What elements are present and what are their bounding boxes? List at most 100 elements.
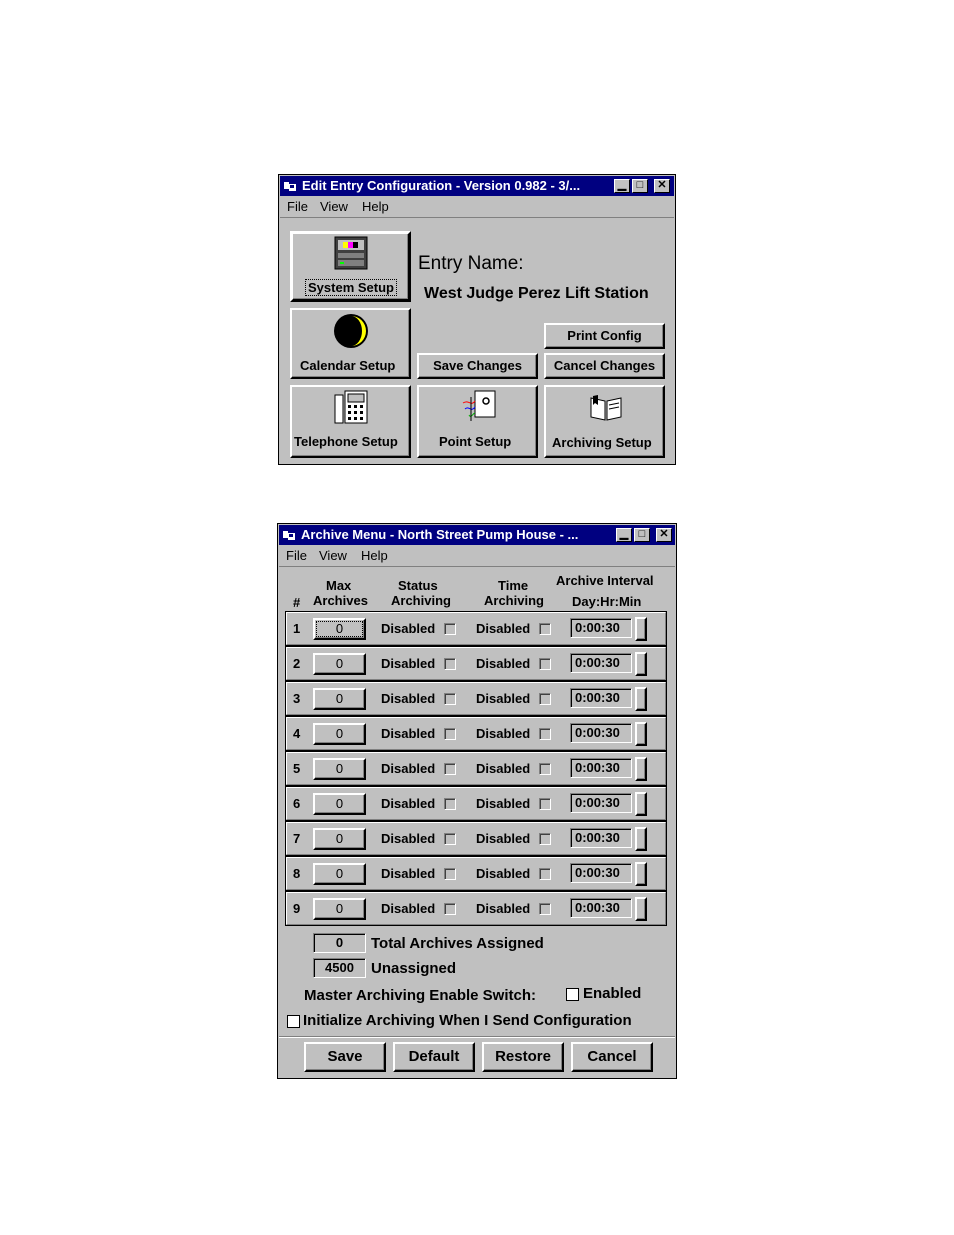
restore-button[interactable]: Restore [482, 1042, 564, 1072]
save-changes-button[interactable]: Save Changes [417, 353, 538, 379]
default-button[interactable]: Default [393, 1042, 475, 1072]
point-setup-button[interactable]: Point Setup [417, 385, 538, 458]
status-archiving-checkbox[interactable] [444, 763, 456, 775]
window2-titlebar[interactable]: Archive Menu - North Street Pump House -… [279, 525, 675, 545]
interval-spin-button[interactable] [635, 687, 647, 711]
header-interval-1: Archive Interval [556, 573, 654, 588]
max-archives-button[interactable]: 0 [313, 758, 366, 780]
menu-view[interactable]: View [319, 548, 347, 563]
max-archives-button[interactable]: 0 [313, 863, 366, 885]
menu-view[interactable]: View [320, 199, 348, 214]
time-archiving-checkbox[interactable] [539, 728, 551, 740]
master-enable-label[interactable]: Enabled [583, 985, 641, 1002]
archive-interval-field[interactable]: 0:00:30 [570, 688, 632, 708]
restore-button-label: Restore [495, 1048, 551, 1065]
calendar-setup-label: Calendar Setup [300, 358, 396, 373]
time-archiving-checkbox[interactable] [539, 763, 551, 775]
interval-spin-button[interactable] [635, 757, 647, 781]
minimize-button[interactable]: ▁ [616, 528, 632, 542]
maximize-button[interactable]: □ [634, 528, 650, 542]
archive-interval-field[interactable]: 0:00:30 [570, 828, 632, 848]
table-row: 3 0 Disabled Disabled 0:00:30 [286, 682, 666, 715]
archive-interval-value: 0:00:30 [575, 900, 620, 915]
window1-titlebar[interactable]: Edit Entry Configuration - Version 0.982… [280, 176, 674, 196]
calendar-setup-button[interactable]: Calendar Setup [290, 308, 411, 379]
minimize-button[interactable]: ▁ [614, 179, 630, 193]
archive-interval-field[interactable]: 0:00:30 [570, 758, 632, 778]
status-archiving-label: Disabled [381, 796, 436, 811]
unassigned-label: Unassigned [371, 960, 457, 977]
time-archiving-checkbox[interactable] [539, 868, 551, 880]
archive-interval-value: 0:00:30 [575, 690, 620, 705]
system-setup-button[interactable]: System Setup [290, 231, 411, 302]
default-button-label: Default [408, 1048, 460, 1065]
archive-interval-field[interactable]: 0:00:30 [570, 863, 632, 883]
telephone-setup-button[interactable]: Telephone Setup [290, 385, 411, 458]
status-archiving-checkbox[interactable] [444, 728, 456, 740]
archiving-setup-button[interactable]: Archiving Setup [544, 385, 665, 458]
master-enable-checkbox[interactable] [566, 988, 579, 1001]
status-archiving-checkbox[interactable] [444, 623, 456, 635]
max-archives-button[interactable]: 0 [313, 723, 366, 745]
archive-interval-field[interactable]: 0:00:30 [570, 618, 632, 638]
status-archiving-checkbox[interactable] [444, 658, 456, 670]
status-archiving-checkbox[interactable] [444, 868, 456, 880]
master-switch-label: Master Archiving Enable Switch: [304, 987, 536, 1004]
close-button[interactable]: ✕ [656, 528, 672, 542]
print-config-label: Print Config [567, 328, 642, 343]
status-archiving-checkbox[interactable] [444, 798, 456, 810]
interval-spin-button[interactable] [635, 792, 647, 816]
row-number: 7 [293, 831, 301, 846]
archive-interval-field[interactable]: 0:00:30 [570, 653, 632, 673]
max-archives-button[interactable]: 0 [313, 793, 366, 815]
max-archives-button[interactable]: 0 [313, 898, 366, 920]
archive-interval-field[interactable]: 0:00:30 [570, 793, 632, 813]
app-icon[interactable] [283, 530, 295, 540]
menu-file[interactable]: File [286, 548, 307, 563]
book-icon [590, 395, 622, 421]
archive-interval-field[interactable]: 0:00:30 [570, 898, 632, 918]
time-archiving-checkbox[interactable] [539, 658, 551, 670]
interval-spin-button[interactable] [635, 827, 647, 851]
cancel-button[interactable]: Cancel [571, 1042, 653, 1072]
time-archiving-checkbox[interactable] [539, 623, 551, 635]
maximize-button[interactable]: □ [632, 179, 648, 193]
max-archives-button[interactable]: 0 [313, 828, 366, 850]
status-archiving-checkbox[interactable] [444, 693, 456, 705]
max-archives-button[interactable]: 0 [313, 688, 366, 710]
header-max-2: Archives [313, 593, 368, 608]
max-archives-value: 0 [335, 866, 344, 881]
time-archiving-label: Disabled [476, 621, 531, 636]
initialize-archiving-label[interactable]: Initialize Archiving When I Send Configu… [303, 1012, 632, 1029]
header-interval-2: Day:Hr:Min [572, 594, 642, 609]
menu-file[interactable]: File [287, 199, 308, 214]
time-archiving-checkbox[interactable] [539, 798, 551, 810]
interval-spin-button[interactable] [635, 897, 647, 921]
interval-spin-button[interactable] [635, 652, 647, 676]
max-archives-button[interactable]: 0 [313, 618, 366, 640]
status-archiving-label: Disabled [381, 621, 436, 636]
status-archiving-checkbox[interactable] [444, 903, 456, 915]
max-archives-button[interactable]: 0 [313, 653, 366, 675]
table-row: 5 0 Disabled Disabled 0:00:30 [286, 752, 666, 785]
status-archiving-checkbox[interactable] [444, 833, 456, 845]
archive-interval-field[interactable]: 0:00:30 [570, 723, 632, 743]
app-icon[interactable] [284, 181, 296, 191]
initialize-archiving-checkbox[interactable] [287, 1015, 300, 1028]
interval-spin-button[interactable] [635, 722, 647, 746]
menu-help[interactable]: Help [361, 548, 388, 563]
menu-help[interactable]: Help [362, 199, 389, 214]
cancel-changes-button[interactable]: Cancel Changes [544, 353, 665, 379]
archive-interval-value: 0:00:30 [575, 760, 620, 775]
archive-interval-value: 0:00:30 [575, 830, 620, 845]
time-archiving-checkbox[interactable] [539, 833, 551, 845]
save-button[interactable]: Save [304, 1042, 386, 1072]
print-config-button[interactable]: Print Config [544, 323, 665, 349]
time-archiving-checkbox[interactable] [539, 903, 551, 915]
time-archiving-checkbox[interactable] [539, 693, 551, 705]
total-archives-value: 0 [335, 935, 344, 950]
close-button[interactable]: ✕ [654, 179, 670, 193]
row-number: 5 [293, 761, 301, 776]
interval-spin-button[interactable] [635, 617, 647, 641]
interval-spin-button[interactable] [635, 862, 647, 886]
